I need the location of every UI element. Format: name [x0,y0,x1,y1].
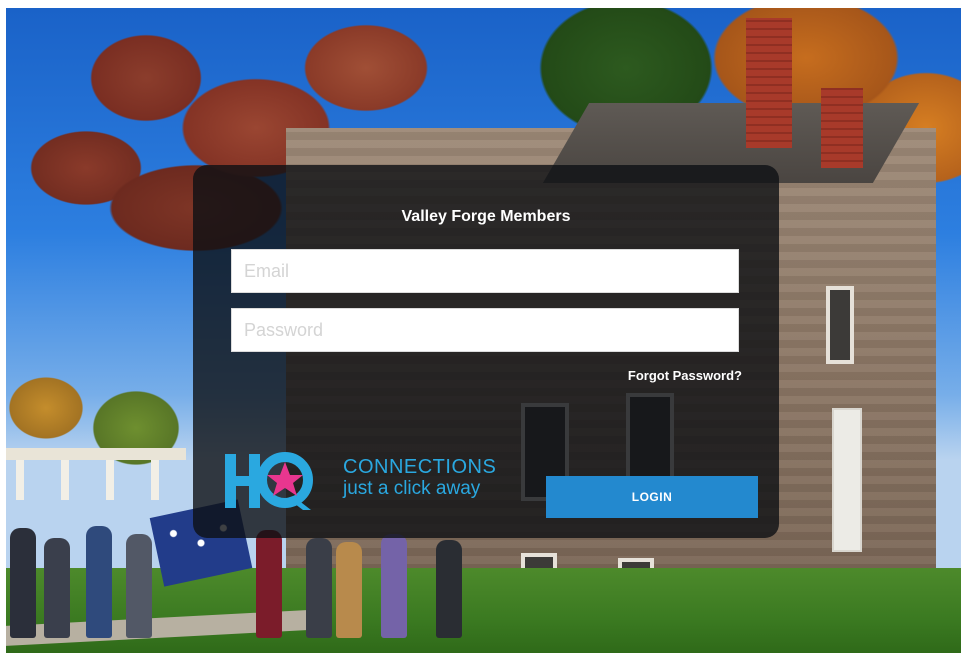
chimney [746,18,792,148]
house-window [826,286,854,364]
password-input[interactable] [231,308,739,352]
chimney [821,88,863,168]
hq-connections-logo: CONNECTIONS just a click away [223,450,523,512]
logo-line-2: just a click away [343,478,481,499]
forgot-password-link[interactable]: Forgot Password? [628,368,742,383]
hq-logo-icon [225,452,313,510]
login-button[interactable]: LOGIN [546,476,758,518]
background-photo: Valley Forge Members Forgot Password? CO… [6,8,961,653]
login-title: Valley Forge Members [401,208,571,225]
email-input[interactable] [231,249,739,293]
logo-line-1: CONNECTIONS [343,456,497,478]
house-door [832,408,862,552]
login-panel: Valley Forge Members Forgot Password? CO… [193,165,779,538]
